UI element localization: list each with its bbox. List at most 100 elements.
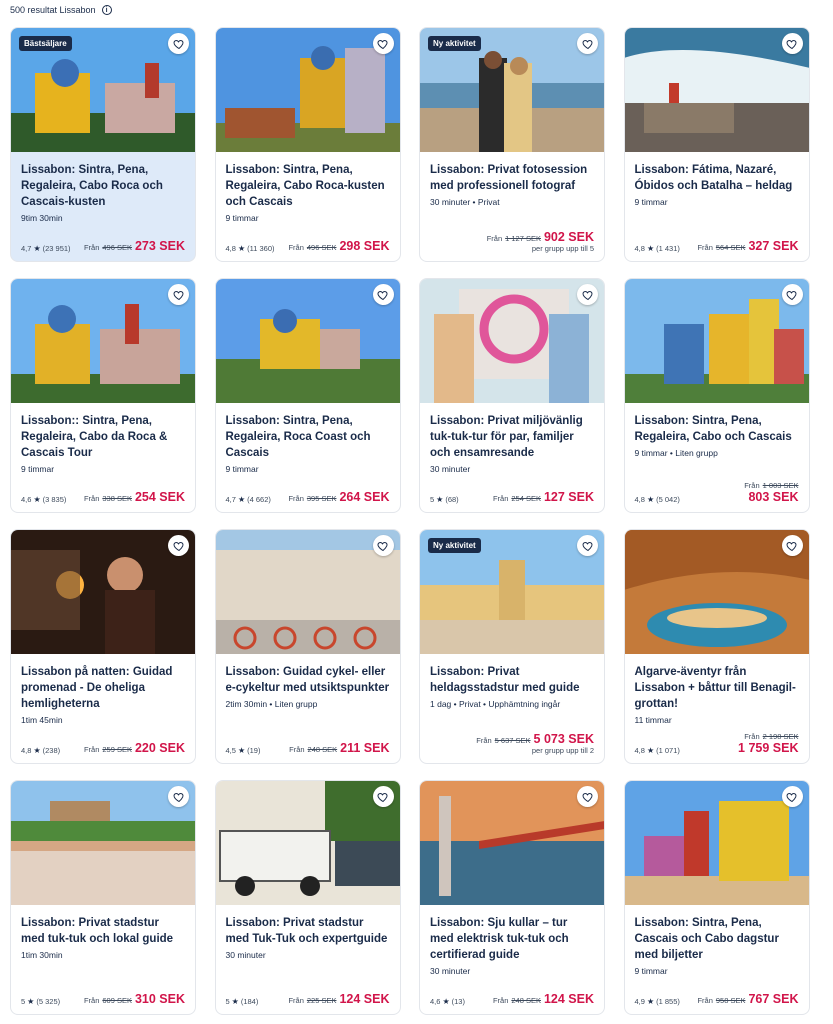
activity-card[interactable]: Lissabon: Guidad cykel- eller e-cykeltur… [214, 529, 401, 764]
activity-card[interactable]: Lissabon på natten: Guidad promenad - De… [10, 529, 196, 764]
star-icon: ★ [237, 244, 246, 253]
activity-card[interactable]: Lissabon: Fátima, Nazaré, Óbidos och Bat… [623, 27, 810, 262]
review-count: (5 042) [656, 495, 680, 504]
activity-card[interactable]: Lissabon: Sju kullar – tur med elektrisk… [419, 780, 605, 1015]
favorite-heart-icon[interactable] [781, 786, 803, 807]
activity-card[interactable]: Algarve-äventyr från Lissabon + båttur t… [623, 529, 810, 764]
review-count: (13) [451, 997, 465, 1006]
results-count: 500 resultat Lissabon [10, 5, 96, 15]
price-per-group: per grupp upp till 2 [531, 746, 594, 755]
star-icon: ★ [646, 997, 655, 1006]
star-icon: ★ [646, 746, 655, 755]
activity-title[interactable]: Lissabon på natten: Guidad promenad - De… [21, 664, 185, 712]
activity-image[interactable]: Bästsäljare [11, 28, 195, 152]
favorite-heart-icon[interactable] [372, 33, 394, 54]
activity-title[interactable]: Lissabon: Privat stadstur med tuk-tuk oc… [21, 915, 185, 947]
activity-image[interactable] [624, 781, 809, 905]
activity-meta: 30 minuter [430, 966, 471, 976]
info-icon[interactable]: i [101, 5, 112, 15]
activity-image[interactable] [215, 530, 400, 654]
activity-image[interactable] [215, 279, 400, 403]
activity-rating: 4,8 ★ (238) [21, 746, 60, 755]
price-box: Från 1 127 SEK 902 SEK per grupp upp till 5 [487, 230, 594, 253]
activity-title[interactable]: Algarve-äventyr från Lissabon + båttur t… [635, 664, 799, 712]
activity-title[interactable]: Lissabon: Sintra, Pena, Regaleira, Cabo … [226, 162, 390, 210]
activity-image[interactable] [420, 279, 604, 403]
review-count: (11 360) [247, 244, 275, 253]
activity-card[interactable]: Ny aktivitet Lissabon: Privat fotosession… [419, 27, 605, 262]
activity-title[interactable]: Lissabon: Privat heldagsstadstur med gui… [430, 664, 594, 696]
activity-image[interactable] [215, 28, 400, 152]
activity-rating: 4,6 ★ (13) [430, 997, 465, 1006]
activity-title[interactable]: Lissabon: Guidad cykel- eller e-cykeltur… [226, 664, 390, 696]
activity-title[interactable]: Lissabon: Sju kullar – tur med elektrisk… [430, 915, 594, 963]
activity-card[interactable]: Lissabon: Privat stadstur med tuk-tuk oc… [10, 780, 196, 1015]
activity-title[interactable]: Lissabon: Privat stadstur med Tuk-Tuk oc… [226, 915, 390, 947]
activity-image[interactable] [11, 530, 195, 654]
favorite-heart-icon[interactable] [781, 33, 803, 54]
rating-value: 4,5 [225, 746, 236, 755]
activity-card[interactable]: Lissabon: Privat miljövänlig tuk-tuk-tur… [419, 278, 605, 513]
discounted-price: 902 SEK [543, 230, 594, 244]
review-count: (23 951) [42, 244, 71, 253]
activity-title[interactable]: Lissabon: Privat miljövänlig tuk-tuk-tur… [430, 413, 594, 461]
favorite-heart-icon[interactable] [372, 535, 394, 556]
activity-title[interactable]: Lissabon:: Sintra, Pena, Regaleira, Cabo… [21, 413, 185, 461]
activity-meta: 1tim 30min [21, 950, 63, 960]
activity-card[interactable]: Lissabon: Sintra, Pena, Regaleira, Cabo … [623, 278, 810, 513]
favorite-heart-icon[interactable] [577, 284, 598, 305]
original-price: 1 127 SEK [505, 234, 541, 243]
favorite-heart-icon[interactable] [372, 284, 394, 305]
activity-card[interactable]: Lissabon: Sintra, Pena, Regaleira, Cabo … [214, 27, 401, 262]
activity-image[interactable]: Ny aktivitet [420, 28, 604, 152]
activity-title[interactable]: Lissabon: Sintra, Pena, Regaleira, Roca … [226, 413, 390, 461]
price-box: Från 259 SEK 220 SEK [84, 741, 185, 755]
price-from-label: Från [83, 494, 100, 503]
favorite-heart-icon[interactable] [168, 786, 189, 807]
favorite-heart-icon[interactable] [781, 535, 803, 556]
activity-image[interactable] [624, 530, 809, 654]
activity-title[interactable]: Lissabon: Privat fotosession med profess… [430, 162, 594, 194]
favorite-heart-icon[interactable] [577, 535, 598, 556]
activity-title[interactable]: Lissabon: Fátima, Nazaré, Óbidos och Bat… [635, 162, 799, 194]
favorite-heart-icon[interactable] [577, 786, 598, 807]
activity-image[interactable] [420, 781, 604, 905]
star-icon: ★ [646, 244, 655, 253]
favorite-heart-icon[interactable] [168, 33, 189, 54]
activity-title[interactable]: Lissabon: Sintra, Pena, Cascais och Cabo… [635, 915, 799, 963]
price-from-label: Från [83, 243, 100, 252]
activity-image[interactable] [624, 279, 809, 403]
activity-rating: 4,8 ★ (5 042) [635, 495, 680, 504]
activity-image[interactable]: Ny aktivitet [420, 530, 604, 654]
activity-image[interactable] [11, 279, 195, 403]
activity-rating: 5 ★ (68) [430, 495, 459, 504]
star-icon: ★ [33, 244, 41, 253]
discounted-price: 124 SEK [339, 992, 390, 1006]
activity-card[interactable]: Lissabon: Privat stadstur med Tuk-Tuk oc… [214, 780, 401, 1015]
favorite-heart-icon[interactable] [168, 284, 189, 305]
favorite-heart-icon[interactable] [577, 33, 598, 54]
activity-card[interactable]: Ny aktivitet Lissabon: Privat heldagsstad… [419, 529, 605, 764]
star-icon: ★ [436, 495, 444, 504]
activity-rating: 4,8 ★ (1 071) [635, 746, 680, 755]
activity-card[interactable]: Lissabon: Sintra, Pena, Cascais och Cabo… [623, 780, 810, 1015]
activity-card[interactable]: Bästsäljare Lissabon: Sintra, Pena, Regal… [10, 27, 196, 262]
price-box: Från 564 SEK 327 SEK [697, 239, 798, 253]
price-from-label: Från [486, 234, 503, 243]
activity-card[interactable]: Lissabon: Sintra, Pena, Regaleira, Roca … [214, 278, 401, 513]
star-icon: ★ [33, 746, 41, 755]
activity-title[interactable]: Lissabon: Sintra, Pena, Regaleira, Cabo … [21, 162, 185, 210]
activity-title[interactable]: Lissabon: Sintra, Pena, Regaleira, Cabo … [635, 413, 799, 445]
activity-image[interactable] [11, 781, 195, 905]
favorite-heart-icon[interactable] [781, 284, 803, 305]
activity-image[interactable] [624, 28, 809, 152]
activity-card[interactable]: Lissabon:: Sintra, Pena, Regaleira, Cabo… [10, 278, 196, 513]
price-box: Från 5 637 SEK 5 073 SEK per grupp upp till… [476, 732, 594, 755]
favorite-heart-icon[interactable] [168, 535, 189, 556]
favorite-heart-icon[interactable] [372, 786, 394, 807]
star-icon: ★ [33, 495, 41, 504]
activity-meta: 2tim 30min • Liten grupp [225, 699, 318, 709]
price-from-label: Från [697, 243, 713, 252]
original-price: 958 SEK [715, 996, 746, 1005]
activity-image[interactable] [215, 781, 400, 905]
